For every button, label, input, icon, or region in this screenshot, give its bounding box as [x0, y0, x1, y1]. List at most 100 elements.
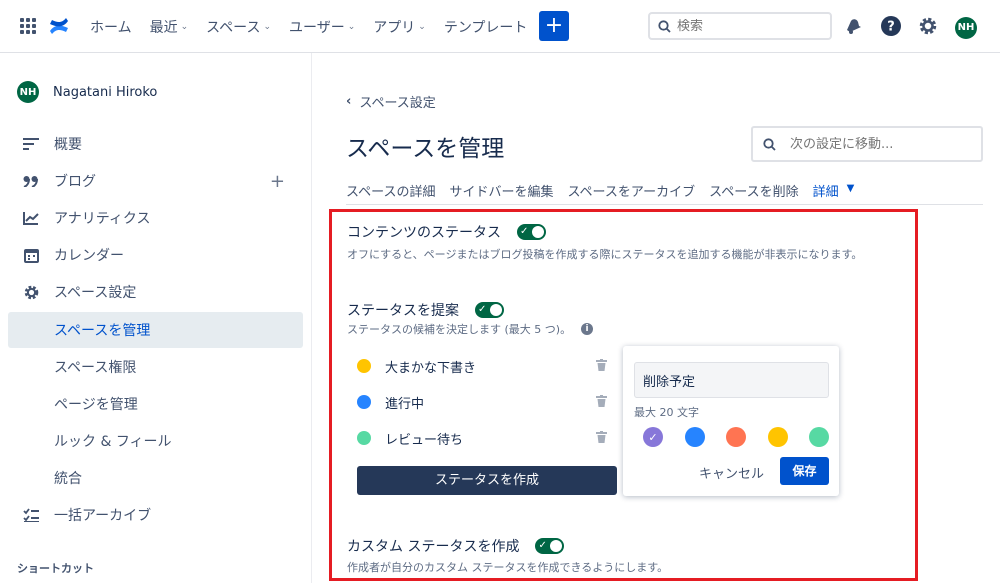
nav-item-label: 最近 — [149, 19, 178, 36]
trash-icon[interactable] — [596, 359, 607, 375]
chevron-down-icon: ⌄ — [418, 21, 426, 32]
custom-status-toggle[interactable]: ✓ — [535, 538, 565, 554]
page-title: スペースを管理 — [346, 136, 505, 162]
color-swatch-yellow[interactable] — [767, 427, 788, 447]
sidebar-item-label: カレンダー — [54, 248, 124, 264]
nav-item-label: ホーム — [90, 19, 132, 36]
user-avatar: NH — [17, 81, 39, 103]
nav-item-label: アプリ — [373, 19, 416, 36]
content-status-heading: コンテンツのステータス ✓ — [347, 222, 546, 242]
status-item: 大まかな下書き — [357, 356, 607, 376]
nav-item-label: ユーザー — [289, 19, 345, 36]
create-button[interactable]: + — [539, 11, 569, 41]
chevron-down-icon: ⌄ — [263, 21, 272, 32]
goto-settings-input[interactable] — [790, 136, 970, 152]
sidebar-item-label: 概要 — [54, 137, 82, 153]
sidebar-item-bulk-archive[interactable]: 一括アーカイブ — [8, 497, 303, 533]
status-name-input[interactable] — [634, 362, 829, 398]
settings-gear-icon[interactable] — [917, 15, 939, 37]
sidebar-item-label: スペース設定 — [54, 285, 137, 301]
check-icon: ✓ — [648, 430, 658, 444]
nav-item[interactable]: ホーム — [90, 17, 140, 37]
status-color-dot — [357, 359, 371, 373]
tab-delete-space[interactable]: スペースを削除 — [709, 181, 798, 204]
app-switcher-icon[interactable] — [20, 18, 36, 34]
sidebar-item-label: アナリティクス — [54, 211, 151, 227]
new-status-popup: 最大 20 文字 ✓ キャンセル 保存 — [623, 346, 839, 496]
tab-edit-sidebar[interactable]: サイドバーを編集 — [449, 181, 553, 204]
sidebar-item-label: スペースを管理 — [54, 323, 151, 339]
chevron-down-icon: ⌄ — [180, 21, 189, 32]
status-item: 進行中 — [357, 392, 607, 412]
color-swatch-red[interactable] — [726, 427, 746, 447]
confluence-logo-icon[interactable] — [48, 14, 70, 38]
sidebar-item-overview[interactable]: 概要 — [8, 126, 303, 162]
trash-icon[interactable] — [596, 431, 607, 447]
char-limit-hint: 最大 20 文字 — [634, 406, 699, 419]
color-swatches: ✓ — [643, 427, 829, 447]
nav-item[interactable]: アプリ ⌄ — [373, 17, 434, 37]
sidebar-subitem-manage-pages[interactable]: ページを管理 — [8, 386, 303, 422]
search-box[interactable] — [648, 12, 832, 40]
breadcrumb-label: スペース設定 — [359, 96, 436, 111]
nav-item[interactable]: スペース ⌄ — [206, 17, 279, 37]
status-item: レビュー待ち — [357, 428, 607, 448]
suggest-status-description: ステータスの候補を決定します (最大 5 つ)。 i — [347, 321, 594, 337]
sidebar-item-analytics[interactable]: アナリティクス — [8, 200, 303, 236]
sidebar-subitem-integrations[interactable]: 統合 — [8, 460, 303, 496]
sidebar-item-label: ブログ — [54, 174, 96, 190]
nav-item[interactable]: ユーザー ⌄ — [289, 17, 363, 37]
status-color-dot — [357, 395, 371, 409]
sidebar-item-label: 統合 — [54, 471, 82, 487]
chevron-left-icon: ‹ — [346, 94, 352, 109]
nav-menu: ホーム 最近 ⌄ スペース ⌄ ユーザー ⌄ アプリ ⌄ テンプレート — [90, 0, 545, 53]
custom-status-description: 作成者が自分のカスタム ステータスを作成できるようにします。 — [347, 561, 669, 574]
tab-space-details[interactable]: スペースの詳細 — [346, 181, 435, 204]
sidebar-subitem-space-permissions[interactable]: スペース権限 — [8, 349, 303, 385]
search-icon — [763, 137, 776, 151]
notifications-icon[interactable] — [842, 15, 864, 37]
section-title: カスタム ステータスを作成 — [347, 539, 520, 555]
chevron-down-icon: ⌄ — [347, 21, 356, 32]
nav-item-label: スペース — [206, 19, 261, 36]
add-blog-icon[interactable]: + — [270, 171, 285, 192]
sidebar-item-calendar[interactable]: カレンダー — [8, 237, 303, 273]
sidebar-item-label: スペース権限 — [54, 360, 137, 376]
sidebar-subitem-manage-space[interactable]: スペースを管理 — [8, 312, 303, 348]
breadcrumb[interactable]: ‹ スペース設定 — [346, 92, 436, 111]
suggest-status-toggle[interactable]: ✓ — [475, 302, 504, 318]
tab-more[interactable]: 詳細 ▼ — [813, 181, 855, 204]
status-label: 進行中 — [385, 396, 425, 412]
quote-icon — [8, 175, 54, 187]
trash-icon[interactable] — [596, 395, 607, 411]
sidebar-item-label: 一括アーカイブ — [54, 508, 152, 524]
profile-avatar[interactable]: NH — [955, 15, 977, 39]
sidebar-user[interactable]: NH Nagatani Hiroko — [17, 81, 157, 103]
custom-status-heading: カスタム ステータスを作成 ✓ — [347, 536, 565, 556]
suggest-status-heading: ステータスを提案 ✓ — [347, 300, 504, 320]
nav-item[interactable]: テンプレート — [444, 17, 536, 37]
svg-text:?: ? — [887, 20, 895, 35]
sidebar-subitem-look-and-feel[interactable]: ルック & フィール — [8, 423, 303, 459]
tab-archive-space[interactable]: スペースをアーカイブ — [567, 181, 695, 204]
color-swatch-blue[interactable] — [684, 427, 705, 447]
content-status-toggle[interactable]: ✓ — [517, 224, 546, 240]
search-input[interactable] — [677, 18, 817, 34]
sidebar-item-space-settings[interactable]: スペース設定 — [8, 274, 303, 310]
status-label: レビュー待ち — [385, 432, 464, 448]
chart-icon — [8, 211, 54, 225]
goto-settings-search[interactable] — [751, 126, 983, 162]
info-icon[interactable]: i — [581, 323, 594, 335]
cancel-button[interactable]: キャンセル — [699, 463, 764, 482]
sidebar-item-blog[interactable]: ブログ + — [8, 163, 303, 199]
create-status-button[interactable]: ステータスを作成 — [357, 466, 617, 495]
color-swatch-green[interactable] — [809, 427, 829, 447]
help-icon[interactable]: ? — [880, 15, 902, 37]
suggest-status-description-text: ステータスの候補を決定します (最大 5 つ)。 — [347, 323, 572, 336]
shortcut-heading: ショートカット — [17, 562, 94, 575]
section-title: ステータスを提案 — [347, 303, 459, 319]
color-swatch-purple[interactable]: ✓ — [643, 427, 663, 447]
save-button[interactable]: 保存 — [780, 457, 829, 485]
nav-item[interactable]: 最近 ⌄ — [150, 17, 197, 37]
gear-icon — [8, 284, 54, 301]
